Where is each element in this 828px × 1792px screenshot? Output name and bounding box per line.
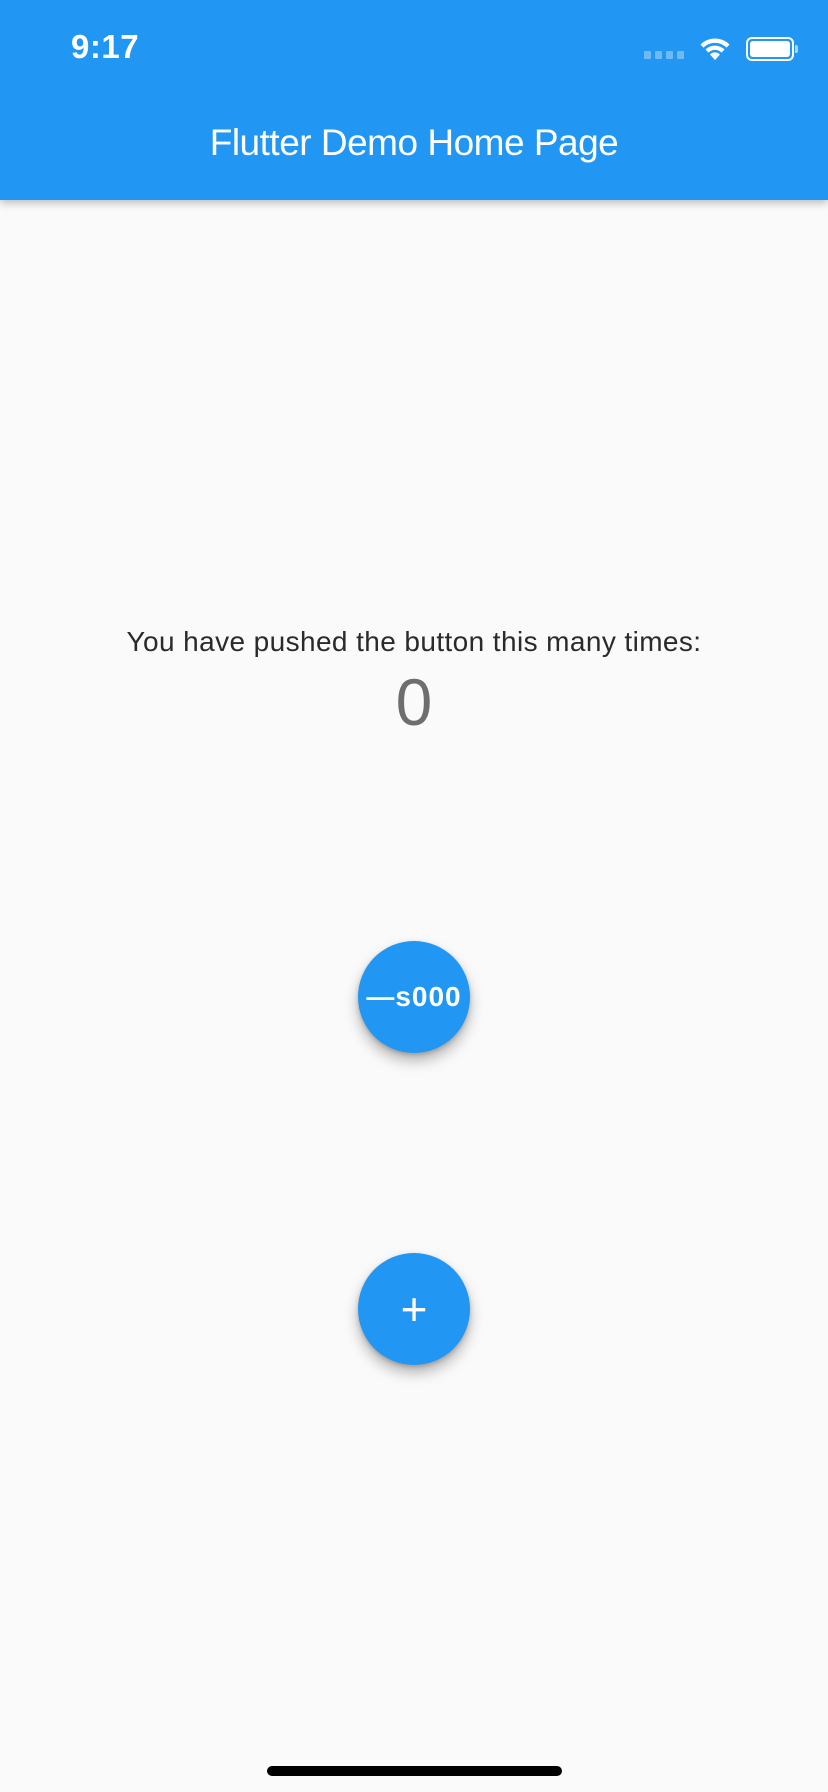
cellular-signal-icon — [644, 39, 684, 59]
wifi-icon — [700, 38, 730, 60]
page-title: Flutter Demo Home Page — [209, 122, 619, 163]
battery-icon — [746, 37, 798, 61]
counter-message: You have pushed the button this many tim… — [126, 626, 702, 657]
app-bar: 9:17 Flutter Demo Home Page — [0, 0, 828, 200]
status-indicators — [644, 36, 798, 62]
decrement-button[interactable]: —s000 — [358, 941, 470, 1053]
increment-button[interactable]: + — [358, 1253, 470, 1365]
status-time: 9:17 — [71, 28, 140, 65]
home-indicator[interactable] — [267, 1766, 562, 1776]
counter-value: 0 — [395, 665, 433, 739]
add-icon: + — [400, 1283, 428, 1335]
